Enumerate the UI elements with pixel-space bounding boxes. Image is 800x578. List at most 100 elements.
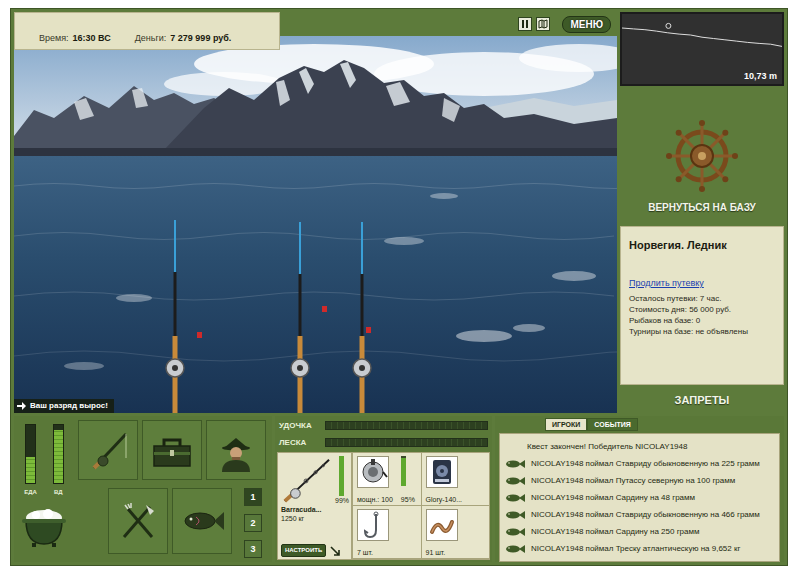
tackle-item[interactable]: мощн.: 10095% <box>352 453 421 506</box>
feed-text: NICOLAY1948 поймал Сардину на 48 грамм <box>531 493 695 503</box>
extend-trip-link[interactable]: Продлить путевку <box>629 278 704 289</box>
pause-button[interactable] <box>518 17 532 31</box>
tackle-box-button[interactable] <box>142 420 202 480</box>
tension-label: УДОЧКА <box>279 421 325 431</box>
tension-track <box>325 438 488 447</box>
hook-icon <box>358 510 388 540</box>
fish-icon <box>505 476 525 486</box>
feed-row: NICOLAY1948 поймал Сардину на 250 грамм <box>500 523 779 540</box>
tackle-condition-text: 95% <box>401 495 415 504</box>
bottom-profile-line <box>622 28 782 46</box>
fisherman-icon <box>214 428 258 472</box>
location-line: Осталось путевки: 7 час. <box>629 293 775 304</box>
feed-text: NICOLAY1948 поймал Ставриду обыкновенную… <box>531 459 760 469</box>
action-row: 1 2 3 <box>108 488 266 558</box>
tackle-item-text: 91 шт. <box>426 548 446 557</box>
fish-icon <box>505 493 525 503</box>
tackle-item[interactable]: 7 шт. <box>352 506 421 559</box>
fishing-rod[interactable] <box>291 222 327 413</box>
tackle-items: мощн.: 10095% Glory-140... 7 шт. 91 шт. <box>352 453 489 559</box>
map-button[interactable] <box>536 17 550 31</box>
action-row <box>78 420 266 480</box>
tackle-item-caption: мощн.: 10095% <box>357 495 419 504</box>
depth-chart: 10,73 m <box>620 12 784 86</box>
feed-tab[interactable]: ИГРОКИ <box>545 418 587 431</box>
game-window: Время:16:30 ВСДеньги:7 279 999 руб. МЕНЮ <box>10 8 788 566</box>
tackle-slots: 99%Barracuda...1250 кг НАСТРОИТЬ мощн.: 10… <box>277 452 490 560</box>
return-to-base-button[interactable]: ВЕРНУТЬСЯ НА БАЗУ <box>644 200 760 216</box>
tackle-item-top <box>426 509 488 541</box>
fishing-rod[interactable] <box>166 220 202 413</box>
slot-button[interactable]: 2 <box>244 514 262 532</box>
scene-column: Время:16:30 ВСДеньги:7 279 999 руб. МЕНЮ <box>14 12 617 413</box>
status-box: Время:16:30 ВСДеньги:7 279 999 руб. <box>14 12 280 50</box>
reel-icon <box>358 457 388 487</box>
tension-meters: УДОЧКА ЛЕСКА <box>275 416 492 449</box>
tackle-item-caption: 7 шт. <box>357 548 419 557</box>
fish-icon <box>505 527 525 537</box>
knife-fork-icon <box>116 499 160 543</box>
rod-condition-track <box>339 456 344 496</box>
catch-button[interactable] <box>172 488 232 554</box>
tackle-item-caption: Glory-140... <box>426 495 488 504</box>
slot-button[interactable]: 3 <box>244 540 262 558</box>
fish-icon <box>505 510 525 520</box>
need-fill <box>26 457 35 483</box>
tension-track <box>325 421 488 430</box>
fish-icon <box>505 459 525 469</box>
feed-text: NICOLAY1948 поймал Сардину на 250 грамм <box>531 527 699 537</box>
pot-icon <box>20 504 68 548</box>
rod-slot-top: 99% <box>281 456 349 505</box>
feed-icon-cell <box>504 509 526 521</box>
feed-text: NICOLAY1948 поймал Ставриду обыкновенную… <box>531 510 760 520</box>
location-info: Норвегия. Ледник Продлить путевку Осталось… <box>620 226 784 385</box>
setup-button[interactable]: НАСТРОИТЬ <box>281 544 326 557</box>
fisherman-button[interactable] <box>206 420 266 480</box>
rod-icon <box>281 456 331 504</box>
fishing-rod[interactable] <box>353 222 371 413</box>
need-label: ВД <box>54 488 63 496</box>
needs-bars: ЕДА ВД <box>24 424 64 496</box>
tackle-item[interactable]: 91 шт. <box>421 506 490 559</box>
tackle-item[interactable]: Glory-140... <box>421 453 490 506</box>
rods-button[interactable] <box>78 420 138 480</box>
bans-button[interactable]: ЗАПРЕТЫ <box>620 387 784 413</box>
menu-label: МЕНЮ <box>570 19 603 30</box>
slot-column: 1 2 3 <box>244 488 262 558</box>
feed-icon-cell <box>504 526 526 538</box>
money-field: Деньги:7 279 999 руб. <box>135 33 232 44</box>
menu-button[interactable]: МЕНЮ <box>562 16 611 33</box>
rod-slot[interactable]: 99%Barracuda...1250 кг НАСТРОИТЬ <box>278 453 352 559</box>
need-fill <box>54 430 63 483</box>
feed-row: NICOLAY1948 поймал Сардину на 48 грамм <box>500 489 779 506</box>
sea-photo <box>14 36 617 413</box>
tackle-item-top <box>426 456 488 488</box>
need-label: ЕДА <box>24 488 37 496</box>
tackle-item-slot <box>426 456 458 488</box>
rod-capacity: 1250 кг <box>281 514 349 523</box>
feed-list: Квест закончен! Победитель NICOLAY1948NI… <box>499 433 780 562</box>
rod-name: Barracuda... <box>281 505 349 514</box>
feed-row: NICOLAY1948 поймал Ставриду обыкновенную… <box>500 455 779 472</box>
tackle-item-caption: 91 шт. <box>426 548 488 557</box>
tackle-condition-fill <box>401 458 406 487</box>
rod-condition-fill <box>339 456 344 496</box>
need-meter: ЕДА <box>24 424 37 496</box>
top-area: Время:16:30 ВСДеньги:7 279 999 руб. МЕНЮ <box>14 12 784 413</box>
tackle-item-top <box>357 456 419 488</box>
rank-notice: Ваш разряд вырос! <box>14 399 114 413</box>
cooking-button[interactable] <box>108 488 168 554</box>
expand-arrow-icon <box>330 546 340 556</box>
action-grid: 1 2 3 <box>78 420 266 560</box>
actions-panel: ЕДА ВД 1 2 3 <box>14 416 272 562</box>
ship-wheel-icon <box>666 120 738 192</box>
need-track <box>53 424 64 484</box>
tackle-item-slot <box>426 509 458 541</box>
tension-label: ЛЕСКА <box>279 438 325 448</box>
food-pot[interactable] <box>20 504 68 548</box>
slot-button[interactable]: 1 <box>244 488 262 506</box>
feed-tab[interactable]: СОБЫТИЯ <box>587 418 638 431</box>
location-title: Норвегия. Ледник <box>629 239 775 252</box>
tackle-item-slot <box>357 509 389 541</box>
feed-text: NICOLAY1948 поймал Треску атлантическую … <box>531 544 740 554</box>
